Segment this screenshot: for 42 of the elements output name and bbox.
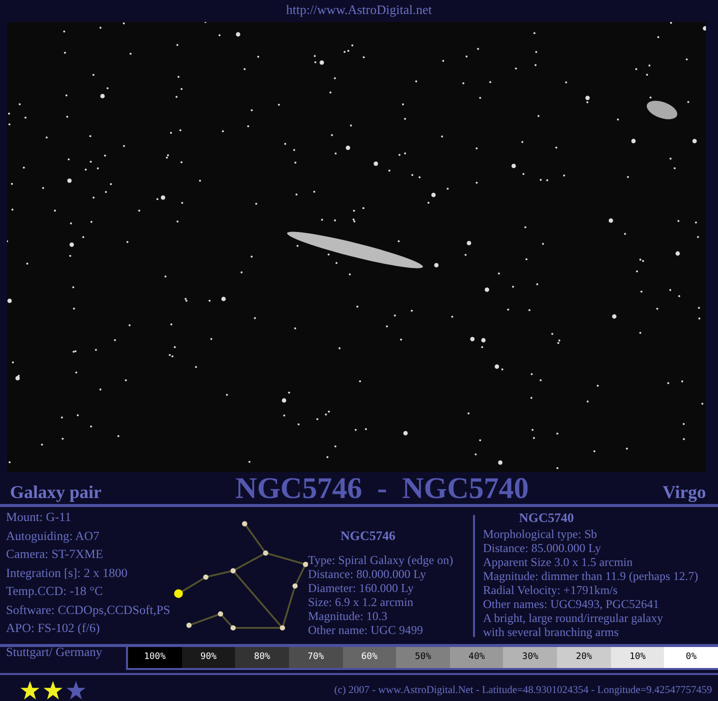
galaxy-detail: Size: 6.9 x 1.2 arcmin bbox=[308, 595, 414, 609]
grayscale-swatch: 80% bbox=[235, 646, 289, 668]
grayscale-swatch: 10% bbox=[610, 646, 664, 668]
galaxy-detail: Other name: UGC 9499 bbox=[308, 623, 424, 637]
equipment-line: Mount: G-11 bbox=[6, 509, 72, 526]
equipment-line: Temp.CCD: -18 °C bbox=[6, 583, 104, 600]
galaxy-detail: Other names: UGC9493, PGC52641 bbox=[483, 597, 660, 611]
grayscale-swatch: 60% bbox=[342, 646, 396, 668]
galaxy-detail: Distance: 80.000.000 Ly bbox=[308, 567, 427, 581]
galaxy-detail: Radial Velocity: +1791km/s bbox=[483, 583, 619, 597]
star-icon bbox=[66, 681, 86, 700]
galaxy-detail: Apparent Size 3.0 x 1.5 arcmin bbox=[483, 555, 634, 569]
location-text: Stuttgart/ Germany bbox=[5, 645, 104, 660]
galaxy-detail: Diameter: 160.000 Ly bbox=[308, 581, 415, 595]
grayscale-swatch: 100% bbox=[128, 646, 182, 668]
caption: Galaxy pair bbox=[10, 482, 102, 503]
galaxy-detail: A bright, large round/irregular galaxy bbox=[483, 611, 664, 625]
grayscale-swatch: 70% bbox=[288, 646, 343, 668]
equipment-line: Integration [s]: 2 x 1800 bbox=[6, 564, 129, 581]
equipment-line: Autoguiding: AO7 bbox=[6, 528, 100, 544]
footer-text: (c) 2007 - www.AstroDigital.Net - Latitude=48.9301024354 - Longitude=9.42547757459 bbox=[334, 685, 712, 696]
galaxy-name: NGC5746 bbox=[340, 529, 396, 543]
star-icon bbox=[20, 681, 40, 700]
grayscale-swatch: 20% bbox=[557, 646, 611, 668]
galaxy-detail: Type: Spiral Galaxy (edge on) bbox=[308, 553, 454, 567]
grayscale-swatch: 0% bbox=[664, 646, 718, 668]
equipment-line: APO: FS-102 (f/6) bbox=[6, 620, 101, 636]
site-url[interactable]: http://www.AstroDigital.net bbox=[286, 2, 432, 17]
galaxy-detail: with several branching arms bbox=[483, 625, 620, 639]
galaxy-detail: Magnitude: 10.3 bbox=[308, 609, 388, 623]
galaxy-detail: Distance: 85.000.000 Ly bbox=[483, 541, 602, 555]
galaxy-name: NGC5740 bbox=[519, 511, 575, 525]
star-icon bbox=[43, 681, 63, 700]
grayscale-swatch: 50% bbox=[396, 646, 450, 668]
grayscale-swatch: 30% bbox=[503, 646, 558, 668]
galaxy-detail: Magnitude: dimmer than 11.9 (perhaps 12.7) bbox=[483, 569, 698, 583]
constellation-name: Virgo bbox=[662, 482, 706, 503]
galaxy-detail: Morphological type: Sb bbox=[483, 527, 598, 541]
equipment-line: Camera: ST-7XME bbox=[6, 546, 104, 562]
grayscale-swatch: 40% bbox=[450, 646, 504, 668]
grayscale-swatch: 90% bbox=[182, 646, 236, 668]
object-title: NGC5746 - NGC5740 bbox=[235, 472, 529, 506]
